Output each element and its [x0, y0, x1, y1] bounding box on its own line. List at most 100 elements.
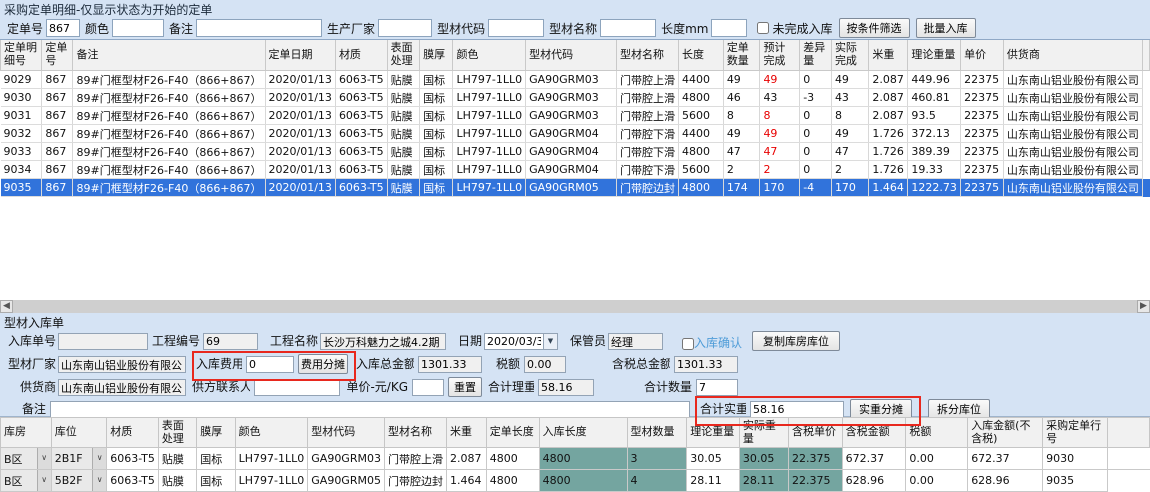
column-header-15[interactable]: 米重 — [869, 40, 908, 71]
order-row-9033[interactable]: 903386789#门框型材F26-F40（866+867）2020/01/13… — [1, 143, 1150, 161]
column-header-6[interactable]: 膜厚 — [420, 40, 453, 71]
inbound-fee-field[interactable] — [246, 356, 294, 373]
copy-warehouse-location-button[interactable]: 复制库房库位 — [752, 331, 840, 351]
order-row-9030[interactable]: 903086789#门框型材F26-F40（866+867）2020/01/13… — [1, 89, 1150, 107]
filter-input-manufacturer[interactable] — [378, 19, 432, 37]
column-header-11[interactable]: 定单数量 — [723, 40, 760, 71]
order-row-9034[interactable]: 903486789#门框型材F26-F40（866+867）2020/01/13… — [1, 161, 1150, 179]
filter-input-remark[interactable] — [196, 19, 322, 37]
warehouse-select[interactable]: B区∨ — [1, 470, 52, 492]
column-header-14[interactable]: 实际完成 — [831, 40, 868, 71]
column-header-1[interactable]: 库位 — [51, 418, 107, 448]
column-header-12[interactable]: 预计完成 — [760, 40, 800, 71]
column-header-2[interactable]: 备注 — [73, 40, 265, 71]
column-header-0[interactable]: 定单明细号 — [1, 40, 42, 71]
total-qty-field[interactable] — [696, 379, 738, 396]
reset-button[interactable]: 重置 — [448, 377, 482, 397]
actual-weight-allocate-button[interactable]: 实重分摊 — [850, 399, 912, 419]
column-header-9[interactable]: 定单长度 — [486, 418, 539, 448]
warehouse-select[interactable]: B区∨ — [1, 448, 52, 470]
column-header-16[interactable]: 税额 — [906, 418, 968, 448]
filter-input-profile-code[interactable] — [488, 19, 544, 37]
column-header-4[interactable]: 膜厚 — [197, 418, 235, 448]
filter-input-color[interactable] — [112, 19, 164, 37]
total-theoretical-field[interactable] — [538, 379, 594, 396]
keeper-field[interactable] — [608, 333, 663, 350]
fee-allocate-button[interactable]: 费用分摊 — [298, 354, 348, 374]
total-qty-label: 合计数量 — [644, 379, 692, 396]
table-cell: 5600 — [679, 107, 724, 125]
column-header-14[interactable]: 含税单价 — [789, 418, 843, 448]
table-cell: 867 — [42, 89, 73, 107]
column-header-6[interactable]: 型材代码 — [308, 418, 385, 448]
order-row-9032[interactable]: 903286789#门框型材F26-F40（866+867）2020/01/13… — [1, 125, 1150, 143]
location-select[interactable]: 2B1F∨ — [51, 448, 107, 470]
column-header-8[interactable]: 米重 — [446, 418, 486, 448]
table-cell: 门带腔下滑 — [617, 161, 679, 179]
filter-input-profile-name[interactable] — [600, 19, 656, 37]
unit-price-field[interactable] — [412, 379, 444, 396]
supplier-field[interactable] — [58, 379, 186, 396]
column-header-13[interactable]: 差异量 — [800, 40, 832, 71]
chevron-down-icon[interactable]: ∨ — [92, 470, 106, 491]
scroll-left-icon[interactable]: ◀ — [0, 300, 13, 313]
column-header-17[interactable]: 单价 — [961, 40, 1004, 71]
warehouse-row-B区[interactable]: B区∨5B2F∨6063-T5贴膜国标LH797-1LL0GA90GRM05门带… — [1, 470, 1150, 492]
column-header-1[interactable]: 定单号 — [42, 40, 73, 71]
remark-field[interactable] — [50, 401, 690, 418]
location-select[interactable]: 5B2F∨ — [51, 470, 107, 492]
column-header-3[interactable]: 表面处理 — [158, 418, 196, 448]
filter-by-condition-button[interactable]: 按条件筛选 — [839, 18, 910, 38]
tax-field[interactable] — [524, 356, 566, 373]
column-header-17[interactable]: 入库金额(不含税) — [968, 418, 1043, 448]
project-name-field[interactable] — [320, 333, 446, 350]
column-header-10[interactable]: 长度 — [679, 40, 724, 71]
column-header-10[interactable]: 入库长度 — [539, 418, 627, 448]
table-cell: 9034 — [1, 161, 42, 179]
chevron-down-icon[interactable]: ∨ — [37, 448, 51, 469]
batch-inbound-button[interactable]: 批量入库 — [916, 18, 976, 38]
inbound-confirm-checkbox[interactable] — [682, 338, 694, 350]
chevron-down-icon[interactable]: ∨ — [37, 470, 51, 491]
scroll-right-icon[interactable]: ▶ — [1137, 300, 1150, 313]
order-row-9029[interactable]: 902986789#门框型材F26-F40（866+867）2020/01/13… — [1, 71, 1150, 89]
split-location-button[interactable]: 拆分库位 — [928, 399, 990, 419]
column-header-18[interactable]: 供货商 — [1003, 40, 1142, 71]
column-header-3[interactable]: 定单日期 — [265, 40, 335, 71]
filter-input-order-no[interactable] — [46, 19, 80, 37]
column-header-7[interactable]: 型材名称 — [384, 418, 446, 448]
column-header-0[interactable]: 库房 — [1, 418, 52, 448]
column-header-12[interactable]: 理论重量 — [687, 418, 740, 448]
column-header-13[interactable]: 实际重量 — [739, 418, 788, 448]
table-cell: 49 — [723, 71, 760, 89]
filter-input-length-mm[interactable] — [711, 19, 747, 37]
column-header-9[interactable]: 型材名称 — [617, 40, 679, 71]
order-row-9031[interactable]: 903186789#门框型材F26-F40（866+867）2020/01/13… — [1, 107, 1150, 125]
chevron-down-icon[interactable]: ∨ — [92, 448, 106, 469]
column-header-4[interactable]: 材质 — [335, 40, 387, 71]
column-header-2[interactable]: 材质 — [107, 418, 159, 448]
date-dropdown-button[interactable]: ▼ — [543, 333, 558, 350]
order-row-9035[interactable]: 903586789#门框型材F26-F40（866+867）2020/01/13… — [1, 179, 1150, 197]
profile-factory-field[interactable] — [58, 356, 186, 373]
tax-total-field[interactable] — [674, 356, 738, 373]
column-header-15[interactable]: 含税金额 — [842, 418, 906, 448]
unfinished-checkbox[interactable] — [757, 22, 769, 34]
column-header-5[interactable]: 颜色 — [235, 418, 308, 448]
project-no-field[interactable] — [203, 333, 258, 350]
warehouse-row-B区[interactable]: B区∨2B1F∨6063-T5贴膜国标LH797-1LL0GA90GRM03门带… — [1, 448, 1150, 470]
horizontal-scrollbar[interactable]: ◀ ▶ — [0, 300, 1150, 313]
table-cell: 0 — [800, 143, 832, 161]
inbound-no-field[interactable] — [58, 333, 148, 350]
total-actual-field[interactable] — [750, 401, 844, 418]
column-header-18[interactable]: 采购定单行号 — [1043, 418, 1108, 448]
column-header-7[interactable]: 颜色 — [453, 40, 526, 71]
supplier-contact-field[interactable] — [254, 379, 340, 396]
inbound-total-field[interactable] — [418, 356, 482, 373]
column-header-8[interactable]: 型材代码 — [526, 40, 617, 71]
table-cell: 国标 — [420, 161, 453, 179]
column-header-5[interactable]: 表面处理 — [387, 40, 420, 71]
date-field[interactable] — [484, 333, 544, 350]
column-header-11[interactable]: 型材数量 — [627, 418, 687, 448]
column-header-16[interactable]: 理论重量 — [908, 40, 961, 71]
